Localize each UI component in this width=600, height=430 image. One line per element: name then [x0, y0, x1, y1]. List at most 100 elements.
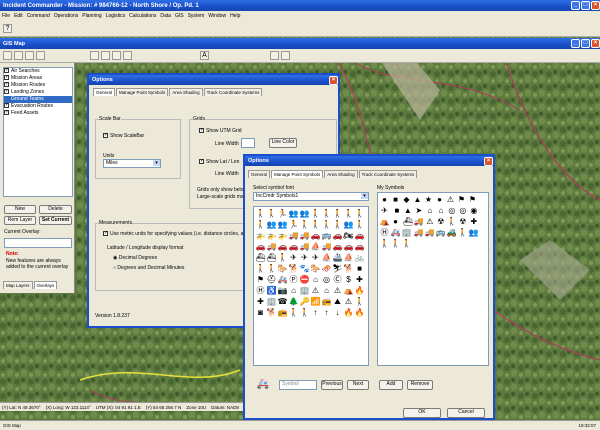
show-utm-checkbox[interactable]: ✓ Show UTM Grid — [199, 128, 242, 134]
truck-icon[interactable]: 🚚 — [322, 242, 332, 251]
help-tool-icon[interactable]: ? — [3, 24, 12, 33]
team-icon[interactable]: 👥 — [300, 209, 310, 218]
person-icon[interactable]: 🚶 — [311, 220, 321, 229]
tool-zoom-out-icon[interactable] — [101, 51, 110, 60]
opt2-tab-general[interactable]: General — [248, 170, 271, 178]
dog-icon[interactable]: 🐕 — [267, 308, 277, 317]
truck-icon[interactable]: 🚚 — [414, 228, 424, 237]
truck-icon[interactable]: 🚚 — [289, 231, 299, 240]
tool-new-icon[interactable] — [3, 51, 12, 60]
wheelchair-icon[interactable]: ♿ — [267, 286, 277, 295]
plane-icon[interactable]: ✈ — [380, 206, 389, 215]
boat-icon[interactable]: ⛴ — [266, 253, 276, 262]
layer-item-selected[interactable]: Ground Teams — [4, 96, 72, 103]
triangle-icon[interactable]: ▲ — [413, 195, 422, 204]
arrow-up-icon[interactable]: ↑ — [311, 308, 320, 317]
symbol-font-select[interactable]: IncCmdr Symbols1 ▾ — [253, 192, 369, 201]
star-icon[interactable]: ★ — [424, 195, 433, 204]
bus-icon[interactable]: 🚌 — [436, 228, 446, 237]
runner-icon[interactable]: 🏃 — [289, 220, 299, 229]
car-icon[interactable]: 🚗 — [344, 242, 354, 251]
line-color-button[interactable]: Line Color — [269, 138, 297, 148]
flag-icon[interactable]: ⚑ — [457, 195, 466, 204]
p-icon[interactable]: Ⓟ — [289, 275, 298, 284]
person-icon[interactable]: 🚶 — [322, 209, 332, 218]
menu-edit[interactable]: Edit — [14, 13, 23, 19]
person-icon[interactable]: 🚶 — [391, 239, 401, 248]
horse-icon[interactable]: 🐎 — [278, 264, 288, 273]
home-icon[interactable]: ⌂ — [436, 206, 445, 215]
team-icon[interactable]: 👥 — [344, 220, 354, 229]
ski-icon[interactable]: ⛷ — [332, 264, 342, 273]
minimize-button[interactable]: _ — [571, 1, 580, 10]
runner-icon[interactable]: 🏃 — [278, 209, 288, 218]
tractor-icon[interactable]: 🚜 — [447, 228, 457, 237]
car-icon[interactable]: 🚗 — [311, 231, 321, 240]
home-icon[interactable]: ⌂ — [311, 275, 320, 284]
menu-planning[interactable]: Planning — [82, 13, 101, 19]
car-icon[interactable]: 🚗 — [355, 231, 365, 240]
gis-minimize-button[interactable]: _ — [571, 39, 580, 48]
sign-icon[interactable]: ⚠ — [311, 286, 320, 295]
sign-icon[interactable]: ⚠ — [344, 297, 353, 306]
gis-close-button[interactable]: × — [591, 39, 600, 48]
medic-icon[interactable]: ✚ — [355, 275, 364, 284]
menu-window[interactable]: Window — [208, 13, 226, 19]
layer-item[interactable]: ✓ Landing Zones — [4, 89, 72, 96]
next-button[interactable]: Next — [347, 380, 369, 390]
opt2-tab-point-symbols[interactable]: Manage Point Symbols — [271, 170, 324, 178]
team-icon[interactable]: 👥 — [278, 220, 288, 229]
opt1-tab-track-coord[interactable]: Track Coordinate Systems — [203, 88, 263, 96]
phone-icon[interactable]: ☎ — [278, 297, 288, 306]
symbol-name-field[interactable]: Symbol — [279, 380, 317, 390]
person-icon[interactable]: 🚶 — [256, 264, 266, 273]
my-symbols-grid[interactable]: ● ■ ◆ ▲ ★ ● ⚠ ⚑ ⚑✈ ■ ▲ ➤ ⌂ ⌂ ◎ ◎ ◉⛺ ● ⛴🚚 ⚠ ☢ 🚶 ☢ ✚Ⓗ 🚑🏢 🚚🚚🚌🚜🚶👥🚶… — [377, 192, 489, 366]
key-icon[interactable]: 🔑 — [300, 297, 310, 306]
flag-icon[interactable]: ⚑ — [468, 195, 477, 204]
boat-icon[interactable]: ⛵ — [344, 253, 354, 262]
person-icon[interactable]: 🚶 — [355, 297, 365, 306]
menu-gis[interactable]: GIS — [175, 13, 184, 19]
units-select[interactable]: Miles ▾ — [103, 159, 161, 168]
ok-button[interactable]: OK — [403, 408, 441, 418]
medic-icon[interactable]: ⛑ — [266, 275, 276, 284]
radio-icon[interactable]: 📻 — [322, 297, 332, 306]
car-icon[interactable]: 🚗 — [355, 242, 365, 251]
person-icon[interactable]: 🚶 — [267, 264, 277, 273]
tool-save-icon[interactable] — [25, 51, 34, 60]
metric-units-checkbox[interactable]: ✓ Use metric units for specifying values … — [103, 231, 251, 237]
circle-icon[interactable]: ◎ — [458, 206, 467, 215]
horse-icon[interactable]: 🐎 — [311, 264, 321, 273]
options-front-close-button[interactable]: × — [484, 156, 493, 166]
opt2-tab-area-shading[interactable]: Area Shading — [324, 170, 358, 178]
walker-icon[interactable]: 🚶 — [311, 209, 321, 218]
motorcycle-icon[interactable]: 🏍 — [343, 231, 353, 240]
rem-layer-button[interactable]: Rem Layer — [4, 216, 36, 225]
opt2-tab-track-coord[interactable]: Track Coordinate Systems — [358, 170, 418, 178]
gis-maximize-button[interactable]: □ — [581, 39, 590, 48]
boat-icon[interactable]: ⛴ — [403, 217, 413, 226]
team-icon[interactable]: 👥 — [267, 220, 277, 229]
current-overlay-field[interactable] — [4, 238, 72, 248]
person-icon[interactable]: 🚶 — [278, 253, 288, 262]
menu-calculations[interactable]: Calculations — [129, 13, 156, 19]
square-icon[interactable]: ■ — [355, 264, 364, 273]
bus-icon[interactable]: 🚌 — [322, 231, 332, 240]
opt1-tab-area-shading[interactable]: Area Shading — [169, 88, 203, 96]
circle-icon[interactable]: ● — [391, 217, 400, 226]
plane-icon[interactable]: ✈ — [311, 253, 320, 262]
plane-icon[interactable]: ✈ — [300, 253, 309, 262]
campfire-icon[interactable]: 🔥 — [355, 286, 365, 295]
warning-icon[interactable]: ⚠ — [446, 195, 455, 204]
car-icon[interactable]: 🚗 — [278, 242, 288, 251]
person-icon[interactable]: 🚶 — [344, 209, 354, 218]
person-icon[interactable]: 🚶 — [458, 228, 468, 237]
helicopter-icon[interactable]: 🚁 — [267, 231, 277, 240]
opt1-tab-point-symbols[interactable]: Manage Point Symbols — [116, 88, 169, 96]
new-layer-button[interactable]: New — [4, 205, 36, 214]
menu-command[interactable]: Command — [27, 13, 50, 19]
arrow-up-icon[interactable]: ↑ — [322, 308, 331, 317]
warning-icon[interactable]: ⚠ — [425, 217, 434, 226]
opt1-tab-general[interactable]: General — [93, 88, 116, 96]
flag-icon[interactable]: ⚑ — [256, 275, 265, 284]
